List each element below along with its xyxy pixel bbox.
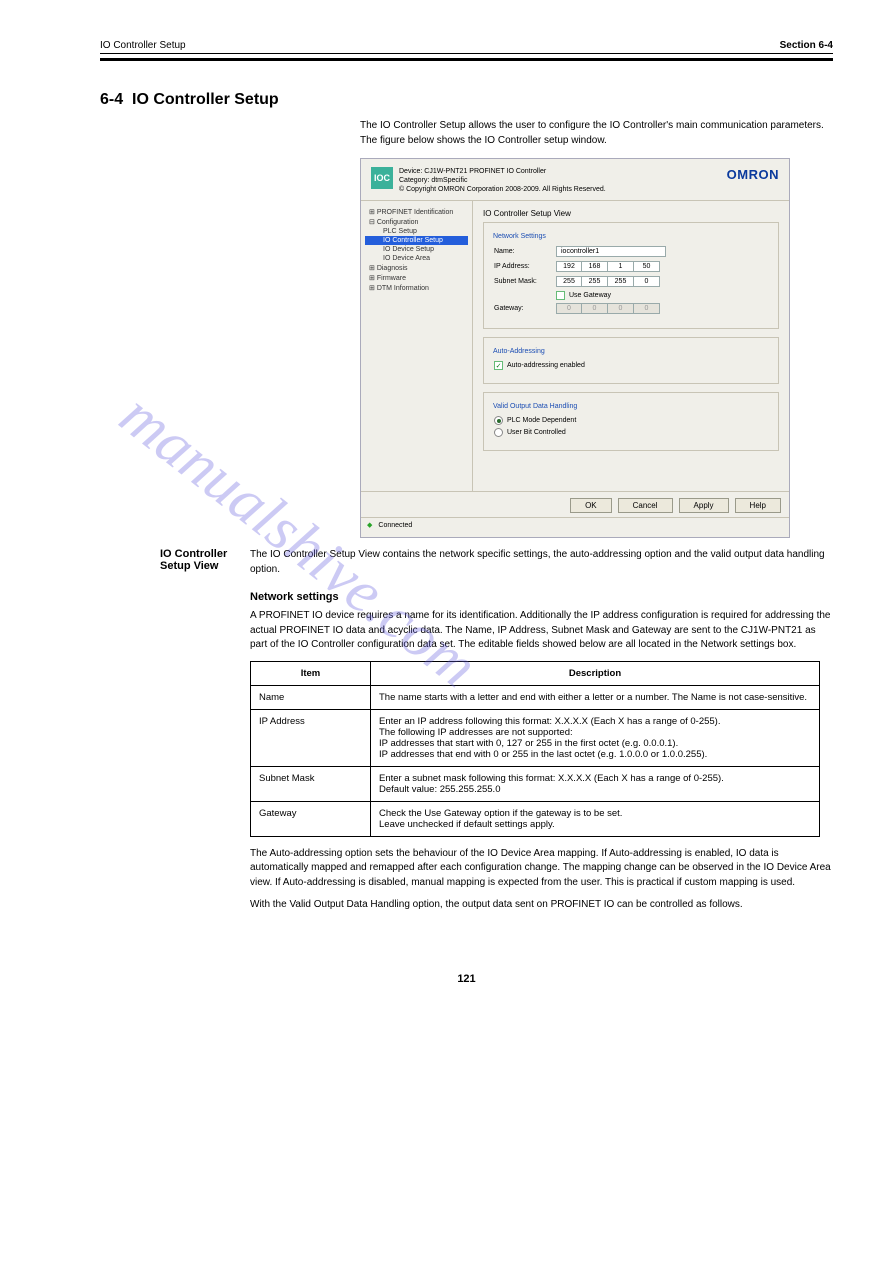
body3: The Auto-addressing option sets the beha… — [250, 847, 833, 891]
sidebar-label: IO Controller Setup View — [160, 548, 240, 572]
tree-diagnosis[interactable]: ⊞ Diagnosis — [365, 263, 468, 273]
apply-button[interactable]: Apply — [679, 498, 729, 513]
table-row: Name The name starts with a letter and e… — [251, 685, 820, 709]
table-row: IP Address Enter an IP address following… — [251, 709, 820, 766]
category-value: dtmSpecific — [431, 177, 467, 184]
copyright-text: © Copyright OMRON Corporation 2008-2009.… — [399, 185, 606, 194]
header-section: Section 6-4 — [780, 40, 833, 51]
section-title: 6-4 IO Controller Setup — [100, 91, 833, 109]
ip-label: IP Address: — [494, 263, 556, 270]
body2: A PROFINET IO device requires a name for… — [250, 609, 833, 653]
name-input[interactable]: iocontroller1 — [556, 246, 666, 257]
nav-tree[interactable]: ⊞ PROFINET Identification ⊟ Configuratio… — [361, 201, 473, 491]
connected-icon — [367, 521, 374, 529]
th-item: Item — [251, 661, 371, 685]
auto-addressing-checkbox[interactable]: ✓ — [494, 361, 503, 370]
header-left: IO Controller Setup — [100, 40, 186, 51]
gateway-label: Gateway: — [494, 305, 556, 312]
tree-plc-setup[interactable]: PLC Setup — [365, 227, 468, 236]
rule-thin — [100, 53, 833, 54]
plc-mode-radio[interactable] — [494, 416, 503, 425]
auto-addressing-label: Auto-addressing enabled — [507, 362, 585, 369]
table-row: Gateway Check the Use Gateway option if … — [251, 801, 820, 836]
valid-output-title: Valid Output Data Handling — [490, 403, 580, 410]
body4: With the Valid Output Data Handling opti… — [250, 898, 833, 913]
table-row: Subnet Mask Enter a subnet mask followin… — [251, 766, 820, 801]
config-pane: IO Controller Setup View Network Setting… — [473, 201, 789, 491]
ip-input[interactable]: 192168150 — [556, 261, 660, 272]
valid-output-group: Valid Output Data Handling PLC Mode Depe… — [483, 392, 779, 451]
io-controller-setup-window: IOC Device: CJ1W-PNT21 PROFINET IO Contr… — [360, 158, 790, 538]
status-bar: Connected — [361, 517, 789, 532]
tree-io-device-area[interactable]: IO Device Area — [365, 254, 468, 263]
tree-io-controller-setup[interactable]: IO Controller Setup — [365, 236, 468, 245]
mask-input[interactable]: 2552552550 — [556, 276, 660, 287]
tree-dtm-info[interactable]: ⊞ DTM Information — [365, 283, 468, 293]
app-header: IOC Device: CJ1W-PNT21 PROFINET IO Contr… — [361, 159, 789, 201]
network-settings-heading: Network settings — [250, 591, 833, 603]
button-bar: OK Cancel Apply Help — [361, 491, 789, 513]
mask-label: Subnet Mask: — [494, 278, 556, 285]
omron-logo: OMRON — [727, 167, 779, 194]
name-label: Name: — [494, 248, 556, 255]
ok-button[interactable]: OK — [570, 498, 612, 513]
network-settings-title: Network Settings — [490, 233, 549, 240]
auto-addressing-group: Auto-Addressing ✓ Auto-addressing enable… — [483, 337, 779, 384]
use-gateway-label: Use Gateway — [569, 292, 611, 299]
rule-thick — [100, 58, 833, 61]
ioc-icon: IOC — [371, 167, 393, 189]
device-value: CJ1W-PNT21 PROFINET IO Controller — [424, 168, 546, 175]
user-bit-radio[interactable] — [494, 428, 503, 437]
help-button[interactable]: Help — [735, 498, 781, 513]
status-text: Connected — [378, 522, 412, 529]
auto-addressing-title: Auto-Addressing — [490, 348, 548, 355]
category-label: Category: — [399, 177, 429, 184]
use-gateway-checkbox[interactable] — [556, 291, 565, 300]
body1: The IO Controller Setup View contains th… — [250, 548, 833, 577]
settings-table: Item Description Name The name starts wi… — [250, 661, 820, 837]
tree-io-device-setup[interactable]: IO Device Setup — [365, 245, 468, 254]
device-label: Device: — [399, 168, 422, 175]
cancel-button[interactable]: Cancel — [618, 498, 673, 513]
pane-title: IO Controller Setup View — [483, 209, 779, 218]
plc-mode-label: PLC Mode Dependent — [507, 417, 576, 424]
network-settings-group: Network Settings Name: iocontroller1 IP … — [483, 222, 779, 329]
tree-profinet-id[interactable]: ⊞ PROFINET Identification — [365, 207, 468, 217]
tree-firmware[interactable]: ⊞ Firmware — [365, 273, 468, 283]
tree-configuration[interactable]: ⊟ Configuration — [365, 217, 468, 227]
gateway-input: 0000 — [556, 303, 660, 314]
user-bit-label: User Bit Controlled — [507, 429, 566, 436]
intro-text: The IO Controller Setup allows the user … — [360, 119, 833, 148]
page-number: 121 — [100, 973, 833, 985]
th-desc: Description — [371, 661, 820, 685]
